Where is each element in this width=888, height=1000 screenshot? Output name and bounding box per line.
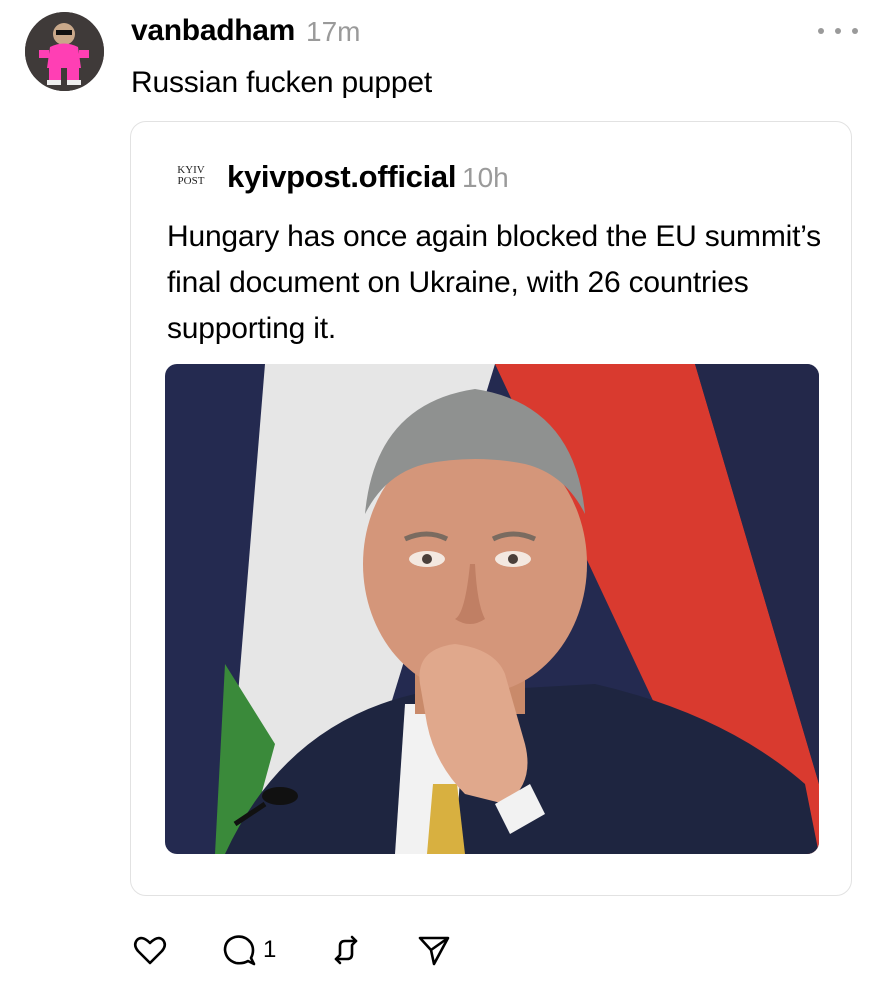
comment-bubble-icon xyxy=(223,935,256,966)
repost-button[interactable] xyxy=(328,932,364,968)
post-username[interactable]: vanbadham xyxy=(131,14,295,48)
quoted-username[interactable]: kyivpost.official xyxy=(227,159,456,195)
action-bar: 1 xyxy=(132,930,452,970)
quoted-post-card[interactable]: KYIV POST kyivpost.official 10h Hungary … xyxy=(130,121,852,896)
heart-icon xyxy=(133,936,167,965)
repost-icon xyxy=(335,935,358,965)
post-text: Russian fucken puppet xyxy=(131,66,433,99)
post-timestamp: 17m xyxy=(306,16,361,47)
reply-count: 1 xyxy=(263,936,277,963)
avatar[interactable] xyxy=(25,12,104,91)
more-dots-icon[interactable] xyxy=(818,20,858,42)
share-button[interactable] xyxy=(416,932,452,968)
quoted-text: Hungary has once again blocked the EU su… xyxy=(167,220,821,345)
quoted-post-image[interactable] xyxy=(165,364,819,854)
send-icon xyxy=(419,936,450,966)
avatar-image xyxy=(25,12,104,91)
reply-button[interactable]: 1 xyxy=(221,932,276,968)
like-button[interactable] xyxy=(132,932,168,968)
kyivpost-logo: KYIV POST xyxy=(177,164,205,187)
quoted-timestamp: 10h xyxy=(462,162,509,193)
